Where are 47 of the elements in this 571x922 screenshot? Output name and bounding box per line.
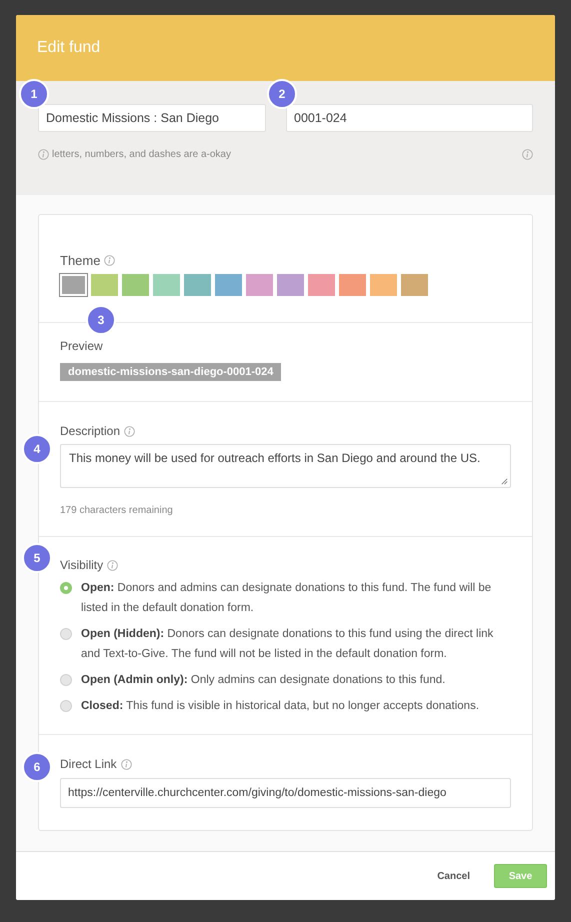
info-icon[interactable] [104,255,116,266]
step-badge: 5 [22,543,52,573]
color-swatch[interactable] [401,274,428,296]
field-label: Preview [60,339,104,353]
info-icon[interactable] [522,149,533,160]
step-badge: 6 [22,752,52,782]
link-field[interactable]: https://centerville.churchcenter.com/giving/to/domestic-missions-san-diego [60,778,511,808]
option-text: Closed: This fund is visible in historical data, but no longer accepts donations. [81,699,480,714]
option-text: Open: Donors and admins can designate donations to this fund. The fund will be listed in the default donation form. [81,581,492,616]
color-swatch[interactable] [277,274,304,296]
radio-button[interactable] [60,700,72,712]
option-text: Open (Admin only): Only admins can designate donations to this fund. [81,673,446,688]
resize-handle-icon[interactable] [501,478,508,485]
color-swatch[interactable] [60,274,87,296]
color-swatch[interactable] [215,274,242,296]
color-swatch[interactable] [91,274,118,296]
step-badge: 1 [19,79,49,109]
hint-text: letters, numbers, and dashes are a-okay [52,149,231,160]
option-text: Open (Hidden): Donors can designate donations to this fund using the direct link and Text-to-Give. The fund will not be listed in the default donation form. [81,627,494,662]
character-count: 179 characters remaining [60,505,174,516]
step-badge: 4 [22,434,52,464]
radio-button[interactable] [60,674,72,686]
info-icon[interactable] [38,149,49,160]
step-badge: 3 [86,305,116,335]
color-swatch[interactable] [246,274,273,296]
dialog-title: Edit fund [37,39,100,57]
info-icon[interactable] [120,758,132,770]
field-label: Description [60,424,120,438]
info-icon[interactable] [124,426,136,436]
color-swatch[interactable] [339,274,366,296]
info-icon[interactable] [107,560,118,570]
radio-button[interactable] [60,628,72,640]
cancel-button[interactable]: Cancel [431,870,476,882]
color-swatch[interactable] [184,274,211,296]
step-badge: 2 [267,79,297,109]
color-swatch[interactable] [153,274,180,296]
text-input[interactable]: Domestic Missions : San Diego [38,104,266,132]
radio-button[interactable] [60,582,72,594]
text-input[interactable]: 0001-024 [286,104,533,132]
color-swatch[interactable] [122,274,149,296]
slug-tag: domestic-missions-san-diego-0001-024 [60,363,282,381]
field-label: Visibility [60,558,104,572]
color-swatch[interactable] [370,274,397,296]
field-label: Direct Link [60,757,117,771]
field-label: Theme [60,253,100,268]
text-area[interactable]: This money will be used for outreach efforts in San Diego and around the US. [60,444,511,488]
color-swatch[interactable] [308,274,335,296]
